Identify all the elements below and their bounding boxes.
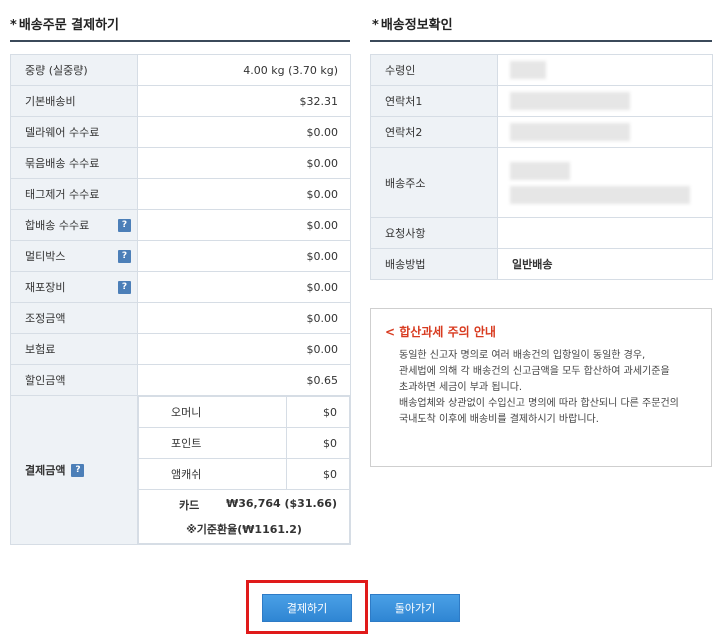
tax-notice-box: < 합산과세 주의 안내 동일한 신고자 명의로 여러 배송건의 입항일이 동일… xyxy=(370,308,712,467)
address-label: 배송주소 xyxy=(370,147,498,218)
order-row-value: $0.00 xyxy=(137,147,351,179)
order-row-value: $0.00 xyxy=(137,333,351,365)
payment-item-label: 포인트 xyxy=(138,427,287,459)
order-summary-table: 중량 (실중량) 4.00 kg (3.70 kg) 기본배송비 $32.31 델라웨어… xyxy=(10,54,351,545)
card-value: ₩36,764 ($31.66) xyxy=(226,496,337,510)
order-row-label: 중량 (실중량) xyxy=(10,54,138,86)
order-row: 중량 (실중량) 4.00 kg (3.70 kg) xyxy=(10,54,351,86)
back-button[interactable]: 돌아가기 xyxy=(370,594,460,622)
tax-notice-line: 초과하면 세금이 부과 됩니다. xyxy=(399,382,523,393)
tax-notice-title: < 합산과세 주의 안내 xyxy=(385,325,496,339)
request-label: 요청사항 xyxy=(370,217,498,249)
payment-item-row: 오머니 $0 xyxy=(138,396,351,428)
payment-item-row: 앰캐쉬 $0 xyxy=(138,458,351,490)
exchange-rate: ※기준환율(₩1161.2) xyxy=(186,522,302,536)
address-value xyxy=(497,147,713,218)
order-row-label: 재포장비? xyxy=(10,271,138,303)
payment-row: 결제금액 ? 오머니 $0 포인트 $0 앰캐쉬 $0 카드 ₩36,764 ($31.6… xyxy=(10,395,351,545)
order-row: 합배송 수수료? $0.00 xyxy=(10,209,351,241)
recipient-label: 수령인 xyxy=(370,54,498,86)
pay-button[interactable]: 결제하기 xyxy=(262,594,352,622)
order-row: 태그제거 수수료 $0.00 xyxy=(10,178,351,210)
order-row-label: 합배송 수수료? xyxy=(10,209,138,241)
shipping-info-table: 수령인 연락처1 연락처2 배송주소 요청사항 배송방법 일반배송 xyxy=(370,54,713,280)
contact1-label: 연락처1 xyxy=(370,85,498,117)
payment-breakdown: 오머니 $0 포인트 $0 앰캐쉬 $0 카드 ₩36,764 ($31.66) ※기준환… xyxy=(138,396,351,544)
order-row-value: $0.65 xyxy=(137,364,351,396)
order-row-value: $0.00 xyxy=(137,178,351,210)
tax-notice-body: 동일한 신고자 명의로 여러 배송건의 입항일이 동일한 경우, 관세법에 의해 … xyxy=(385,348,697,428)
order-row: 멀티박스? $0.00 xyxy=(10,240,351,272)
payment-item-label: 앰캐쉬 xyxy=(138,458,287,490)
order-row: 재포장비? $0.00 xyxy=(10,271,351,303)
help-icon[interactable]: ? xyxy=(118,249,131,263)
contact2-value xyxy=(497,116,713,148)
payment-item-value: $0 xyxy=(285,396,351,428)
shipping-title-rule xyxy=(370,40,712,42)
order-row-value: $32.31 xyxy=(137,85,351,117)
contact2-row: 연락처2 xyxy=(370,116,713,148)
request-row: 요청사항 xyxy=(370,217,713,249)
order-title-rule xyxy=(10,40,350,42)
order-row: 조정금액 $0.00 xyxy=(10,302,351,334)
order-row: 묶음배송 수수료 $0.00 xyxy=(10,147,351,179)
card-payment-row: 카드 ₩36,764 ($31.66) ※기준환율(₩1161.2) xyxy=(138,489,350,544)
payment-item-label: 오머니 xyxy=(138,396,287,428)
recipient-row: 수령인 xyxy=(370,54,713,86)
order-row-value: $0.00 xyxy=(137,209,351,241)
tax-notice-line: 국내도착 이후에 배송비를 결제하시기 바랍니다. xyxy=(399,414,599,425)
tax-notice-line: 배송업체와 상관없이 수입신고 명의에 따라 합산되니 다른 주문건의 xyxy=(399,398,679,409)
order-row: 델라웨어 수수료 $0.00 xyxy=(10,116,351,148)
order-row-label: 묶음배송 수수료 xyxy=(10,147,138,179)
payment-item-value: $0 xyxy=(285,427,351,459)
order-row: 할인금액 $0.65 xyxy=(10,364,351,396)
shipping-method-value: 일반배송 xyxy=(497,248,713,280)
order-row-value: $0.00 xyxy=(137,302,351,334)
tax-notice-line: 동일한 신고자 명의로 여러 배송건의 입항일이 동일한 경우, xyxy=(399,350,646,361)
order-row-label: 기본배송비 xyxy=(10,85,138,117)
help-icon[interactable]: ? xyxy=(118,218,131,232)
order-row-label: 멀티박스? xyxy=(10,240,138,272)
help-icon[interactable]: ? xyxy=(118,280,131,294)
payment-breakdown-cell: 오머니 $0 포인트 $0 앰캐쉬 $0 카드 ₩36,764 ($31.66) ※기준환… xyxy=(137,395,351,545)
order-row-label: 델라웨어 수수료 xyxy=(10,116,138,148)
order-row-label: 할인금액 xyxy=(10,364,138,396)
order-row-value: $0.00 xyxy=(137,240,351,272)
address-row: 배송주소 xyxy=(370,147,713,218)
shipping-method-row: 배송방법 일반배송 xyxy=(370,248,713,280)
order-row-label: 조정금액 xyxy=(10,302,138,334)
recipient-value xyxy=(497,54,713,86)
tax-notice-line: 관세법에 의해 각 배송건의 신고금액을 모두 합산하여 과세기준을 xyxy=(399,366,670,377)
card-label: 카드 xyxy=(179,498,200,512)
contact1-value xyxy=(497,85,713,117)
contact2-label: 연락처2 xyxy=(370,116,498,148)
order-section-title: * 배송주문 결제하기 xyxy=(10,18,120,33)
order-row-value: 4.00 kg (3.70 kg) xyxy=(137,54,351,86)
order-row-label: 태그제거 수수료 xyxy=(10,178,138,210)
payment-label-cell: 결제금액 ? xyxy=(10,395,138,545)
payment-help-icon[interactable]: ? xyxy=(71,463,85,477)
order-row-value: $0.00 xyxy=(137,116,351,148)
payment-item-value: $0 xyxy=(285,458,351,490)
order-row-label: 보험료 xyxy=(10,333,138,365)
request-value xyxy=(497,217,713,249)
order-row: 보험료 $0.00 xyxy=(10,333,351,365)
order-row: 기본배송비 $32.31 xyxy=(10,85,351,117)
contact1-row: 연락처1 xyxy=(370,85,713,117)
payment-item-row: 포인트 $0 xyxy=(138,427,351,459)
shipping-section-title: * 배송정보확인 xyxy=(372,18,453,33)
order-row-value: $0.00 xyxy=(137,271,351,303)
shipping-method-label: 배송방법 xyxy=(370,248,498,280)
